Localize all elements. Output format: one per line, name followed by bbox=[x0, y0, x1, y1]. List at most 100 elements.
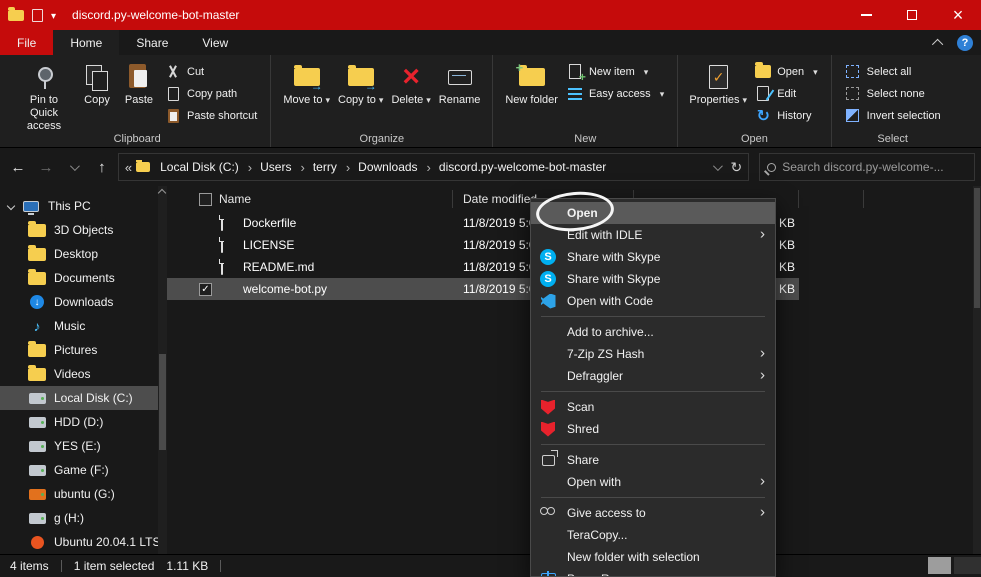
quick-access-properties-icon[interactable] bbox=[32, 8, 43, 22]
new-folder-button[interactable]: New folder bbox=[501, 59, 562, 110]
menu-separator bbox=[541, 316, 765, 317]
help-icon[interactable] bbox=[957, 34, 973, 51]
forward-button[interactable]: → bbox=[34, 154, 58, 180]
column-separator[interactable] bbox=[863, 190, 864, 208]
file-list-scrollbar-thumb[interactable] bbox=[974, 188, 980, 308]
breadcrumb-segment[interactable]: Downloads bbox=[354, 154, 435, 180]
menu-item-share-with-skype-2[interactable]: Share with Skype bbox=[531, 268, 775, 290]
menu-item-share[interactable]: Share bbox=[531, 449, 775, 471]
rename-button[interactable]: Rename bbox=[435, 59, 485, 110]
menu-item-new-folder-with-selection[interactable]: New folder with selection bbox=[531, 546, 775, 568]
tab-view[interactable]: View bbox=[185, 30, 245, 55]
sidebar-item-yes-e[interactable]: YES (E:) bbox=[0, 434, 158, 458]
scroll-up-icon[interactable] bbox=[157, 188, 167, 198]
address-dropdown-icon[interactable] bbox=[713, 160, 724, 171]
menu-item-powerrename[interactable]: PowerRename bbox=[531, 568, 775, 576]
menu-item-open[interactable]: Open bbox=[531, 202, 775, 224]
sidebar-item-downloads[interactable]: Downloads bbox=[0, 290, 158, 314]
menu-item-7zip-zs-hash[interactable]: 7-Zip ZS Hash bbox=[531, 343, 775, 365]
menu-item-give-access-to[interactable]: Give access to bbox=[531, 502, 775, 524]
breadcrumb-segment[interactable]: Users bbox=[256, 154, 309, 180]
chevron-down-icon[interactable] bbox=[6, 201, 16, 211]
sidebar-item-music[interactable]: Music bbox=[0, 314, 158, 338]
antivirus-shield-icon bbox=[541, 421, 555, 437]
edit-button[interactable]: Edit bbox=[750, 83, 822, 104]
menu-item-label: Give access to bbox=[567, 506, 646, 520]
tab-share[interactable]: Share bbox=[119, 30, 185, 55]
ribbon-group-organize: Move to Copy to Delete Rename Organize bbox=[270, 55, 492, 147]
folder-icon bbox=[28, 220, 46, 237]
sidebar-item-3d-objects[interactable]: 3D Objects bbox=[0, 218, 158, 242]
tab-home[interactable]: Home bbox=[53, 30, 120, 55]
paste-shortcut-button[interactable]: Paste shortcut bbox=[160, 105, 262, 126]
new-item-button[interactable]: New item bbox=[562, 61, 669, 84]
cut-button[interactable]: Cut bbox=[160, 61, 262, 82]
breadcrumb-segment[interactable]: Local Disk (C:) bbox=[156, 154, 256, 180]
menu-item-open-with[interactable]: Open with bbox=[531, 471, 775, 493]
invert-selection-icon bbox=[846, 109, 860, 122]
column-header-date-modified[interactable]: Date modified bbox=[463, 192, 537, 206]
open-button[interactable]: Open bbox=[750, 61, 822, 82]
column-separator[interactable] bbox=[452, 190, 453, 208]
menu-item-open-with-code[interactable]: Open with Code bbox=[531, 290, 775, 312]
sidebar-item-pictures[interactable]: Pictures bbox=[0, 338, 158, 362]
copy-button[interactable]: Copy bbox=[76, 59, 118, 110]
sidebar-item-game-f[interactable]: Game (F:) bbox=[0, 458, 158, 482]
history-button[interactable]: History bbox=[750, 105, 822, 126]
sidebar-item-this-pc[interactable]: This PC bbox=[0, 194, 158, 218]
menu-item-add-to-archive[interactable]: Add to archive... bbox=[531, 321, 775, 343]
pin-to-quick-access-button[interactable]: Pin to Quick access bbox=[12, 59, 76, 137]
select-all-icon bbox=[846, 65, 860, 78]
menu-item-shred[interactable]: Shred bbox=[531, 418, 775, 440]
refresh-icon[interactable] bbox=[730, 159, 742, 176]
menu-item-defraggler[interactable]: Defraggler bbox=[531, 365, 775, 387]
horizontal-scrollbar-thumb[interactable] bbox=[928, 557, 951, 574]
paste-button[interactable]: Paste bbox=[118, 59, 160, 110]
sidebar-item-g-h[interactable]: g (H:) bbox=[0, 506, 158, 530]
breadcrumb-overflow-icon[interactable]: « bbox=[125, 160, 132, 175]
file-name: README.md bbox=[243, 260, 315, 274]
recent-locations-button[interactable] bbox=[62, 154, 86, 180]
sidebar-item-local-disk-c[interactable]: Local Disk (C:) bbox=[0, 386, 158, 410]
quick-access-toolbar-caret-icon[interactable] bbox=[51, 8, 56, 22]
column-header-name[interactable]: Name bbox=[219, 192, 251, 206]
maximize-button[interactable] bbox=[889, 0, 935, 30]
sidebar-item-desktop[interactable]: Desktop bbox=[0, 242, 158, 266]
column-separator[interactable] bbox=[798, 190, 799, 208]
tab-file[interactable]: File bbox=[0, 30, 54, 55]
ribbon-group-new: New folder New item Easy access New bbox=[492, 55, 677, 147]
minimize-button[interactable] bbox=[843, 0, 889, 30]
close-button[interactable] bbox=[935, 0, 981, 30]
menu-item-teracopy[interactable]: TeraCopy... bbox=[531, 524, 775, 546]
copy-to-button[interactable]: Copy to bbox=[334, 59, 387, 110]
select-all-button[interactable]: Select all bbox=[840, 61, 946, 82]
copy-path-label: Copy path bbox=[187, 87, 238, 100]
address-bar[interactable]: « Local Disk (C:) Users terry Downloads … bbox=[117, 153, 750, 181]
delete-button[interactable]: Delete bbox=[387, 59, 434, 110]
back-button[interactable]: ← bbox=[6, 154, 30, 180]
copy-path-button[interactable]: Copy path bbox=[160, 83, 262, 104]
sidebar-item-ubuntu-lts[interactable]: Ubuntu 20.04.1 LTS bbox=[0, 530, 158, 554]
sidebar-item-ubuntu-g[interactable]: ubuntu (G:) bbox=[0, 482, 158, 506]
properties-button[interactable]: Properties bbox=[686, 59, 750, 110]
move-to-button[interactable]: Move to bbox=[279, 59, 334, 110]
sidebar-item-hdd-d[interactable]: HDD (D:) bbox=[0, 410, 158, 434]
menu-item-scan[interactable]: Scan bbox=[531, 396, 775, 418]
up-button[interactable]: ↑ bbox=[90, 154, 114, 180]
menu-item-edit-with-idle[interactable]: Edit with IDLE bbox=[531, 224, 775, 246]
file-list-scrollbar[interactable] bbox=[973, 186, 981, 554]
search-input[interactable] bbox=[782, 160, 967, 174]
breadcrumb-segment[interactable]: terry bbox=[309, 154, 354, 180]
select-none-button[interactable]: Select none bbox=[840, 83, 946, 104]
file-checkbox[interactable] bbox=[199, 282, 212, 296]
folder-icon bbox=[28, 268, 46, 285]
breadcrumb-segment[interactable]: discord.py-welcome-bot-master bbox=[435, 154, 610, 180]
sidebar-scrollbar-thumb[interactable] bbox=[159, 354, 166, 450]
select-all-checkbox[interactable] bbox=[199, 192, 212, 206]
invert-selection-button[interactable]: Invert selection bbox=[840, 105, 946, 126]
sidebar-scrollbar[interactable] bbox=[157, 186, 167, 554]
easy-access-button[interactable]: Easy access bbox=[562, 83, 669, 104]
menu-item-share-with-skype[interactable]: Share with Skype bbox=[531, 246, 775, 268]
sidebar-item-videos[interactable]: Videos bbox=[0, 362, 158, 386]
sidebar-item-documents[interactable]: Documents bbox=[0, 266, 158, 290]
